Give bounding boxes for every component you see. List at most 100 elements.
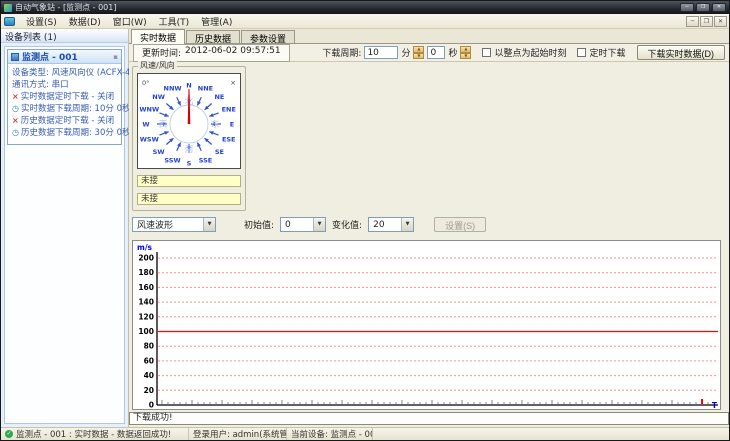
update-time-value: 2012-06-02 09:57:51 bbox=[185, 45, 281, 56]
title-bar[interactable]: 自动气象站 - [监测点 - 001] ─ ❐ ✕ bbox=[1, 1, 729, 14]
svg-text:0°: 0° bbox=[142, 79, 149, 87]
svg-text:T: T bbox=[712, 401, 718, 409]
minimize-button[interactable]: ─ bbox=[680, 3, 694, 12]
svg-text:NNE: NNE bbox=[198, 84, 213, 92]
current-device-text: 当前设备: 监测点 - 001 bbox=[291, 430, 373, 440]
mdi-minimize-button[interactable]: ─ bbox=[686, 15, 699, 27]
waveform-controls: 风速波形 ▼ 初始值: 0 ▼ 变化值: 20 ▼ 设置(S) bbox=[132, 217, 487, 232]
window-title: 自动气象站 - [监测点 - 001] bbox=[15, 3, 117, 12]
app-icon bbox=[4, 3, 12, 12]
svg-text:200: 200 bbox=[138, 254, 154, 263]
wind-compass: NNNENEENEEESESESSESSSWSWWSWWWNWNWNNW北南东西… bbox=[137, 73, 241, 169]
device-list-sidebar: 设备列表 (1) 监测点 - 001 ▪ 设备类型: 风速风向仪 (ACFX-4… bbox=[1, 29, 134, 427]
clock-icon: ◷ bbox=[12, 104, 19, 113]
svg-text:ENE: ENE bbox=[222, 106, 236, 114]
svg-text:ESE: ESE bbox=[222, 135, 236, 143]
change-value-label: 变化值: bbox=[332, 221, 363, 231]
close-button[interactable]: ✕ bbox=[712, 3, 726, 12]
svg-text:NE: NE bbox=[214, 93, 224, 101]
initial-value-select[interactable]: 0 ▼ bbox=[280, 217, 327, 232]
device-info-line: 通讯方式: 串口 bbox=[10, 79, 119, 91]
wind-direction-field: 未接 bbox=[137, 193, 241, 205]
tab-0[interactable]: 实时数据 bbox=[131, 29, 186, 44]
tab-1[interactable]: 历史数据 bbox=[186, 30, 241, 45]
download-realtime-button[interactable]: 下载实时数据(D) bbox=[636, 45, 725, 60]
status-bar: ✓ 监测点 - 001 : 实时数据 - 数据返回成功! 登录用户: admin… bbox=[1, 427, 729, 440]
period-label: 下载周期: bbox=[322, 49, 362, 59]
main-area: 实时数据 历史数据 参数设置 更新时间: 2012-06-02 09:57:51 下… bbox=[129, 29, 729, 427]
device-panel-body: 设备类型: 风速风向仪 (ACFX-4) 通讯方式: 串口 × 实时数据定时下载 - … bbox=[8, 64, 134, 144]
svg-text:×: × bbox=[230, 79, 236, 87]
svg-text:20: 20 bbox=[144, 386, 154, 395]
waveform-type-value: 风速波形 bbox=[137, 221, 174, 231]
mdi-child-icon[interactable] bbox=[4, 16, 15, 26]
device-title: 监测点 - 001 bbox=[22, 53, 78, 63]
menu-bar: 设置(S) 数据(D) 窗口(W) 工具(T) 管理(A) ─ ❐ ✕ bbox=[1, 14, 729, 29]
svg-text:160: 160 bbox=[138, 283, 154, 292]
svg-text:WSW: WSW bbox=[140, 135, 159, 143]
device-info-text: 设备类型: 风速风向仪 (ACFX-4) bbox=[12, 68, 134, 78]
initial-value: 0 bbox=[285, 219, 291, 230]
restore-button[interactable]: ❐ bbox=[696, 3, 710, 12]
compass-rose: NNNENEENEEESESESSESSSWSWWSWWWNWNWNNW北南东西… bbox=[139, 79, 236, 168]
svg-text:0: 0 bbox=[149, 401, 154, 410]
svg-text:东: 东 bbox=[211, 119, 220, 130]
chevron-down-icon[interactable]: ▼ bbox=[203, 218, 215, 231]
spin-down-icon[interactable]: ▼ bbox=[460, 52, 472, 59]
device-info-text: 历史数据下载周期: 30分 0秒 bbox=[20, 128, 131, 138]
minutes-unit-label: 分 bbox=[401, 49, 411, 59]
waveform-chart: 0 20 40 60 80 100 120 140 160 180 200 m/s T bbox=[132, 240, 721, 410]
device-info-text: 实时数据下载周期: 10分 0秒 bbox=[20, 104, 131, 114]
menu-items: 设置(S) 数据(D) 窗口(W) 工具(T) 管理(A) bbox=[20, 14, 238, 29]
pin-icon[interactable]: ▪ bbox=[113, 53, 118, 61]
menu-item-4[interactable]: 管理(A) bbox=[195, 14, 238, 29]
mdi-restore-button[interactable]: ❐ bbox=[700, 15, 713, 27]
device-info-line: ◷ 历史数据下载周期: 30分 0秒 bbox=[10, 127, 130, 139]
seconds-input[interactable]: 0 bbox=[427, 46, 446, 59]
svg-text:NNW: NNW bbox=[164, 84, 182, 92]
tab-2[interactable]: 参数设置 bbox=[241, 30, 296, 45]
device-panel-header[interactable]: 监测点 - 001 ▪ bbox=[8, 50, 121, 64]
mdi-close-button[interactable]: ✕ bbox=[714, 15, 727, 27]
device-info-text: 实时数据定时下载 - 关闭 bbox=[20, 92, 115, 102]
menu-item-1[interactable]: 数据(D) bbox=[63, 14, 107, 29]
set-button[interactable]: 设置(S) bbox=[434, 217, 487, 232]
device-icon bbox=[11, 52, 19, 61]
hour-align-checkbox[interactable] bbox=[482, 48, 492, 57]
change-value-select[interactable]: 20 ▼ bbox=[368, 217, 415, 232]
menu-item-2[interactable]: 窗口(W) bbox=[107, 14, 153, 29]
minutes-input[interactable]: 10 bbox=[364, 46, 399, 59]
logged-user-text: 登录用户: admin(系统管理员) bbox=[193, 430, 287, 440]
seconds-stepper[interactable]: ▲ ▼ bbox=[460, 46, 472, 59]
change-value: 20 bbox=[373, 219, 385, 230]
menu-item-0[interactable]: 设置(S) bbox=[20, 14, 63, 29]
timed-download-checkbox[interactable] bbox=[577, 48, 587, 57]
device-list-header: 设备列表 (1) bbox=[1, 29, 128, 43]
wind-group: 风速/风向 N NNE NE ENE E ESE SE SSE S SSW SW WSW W WNW NW N… bbox=[132, 61, 246, 211]
device-info-text: 通讯方式: 串口 bbox=[12, 80, 69, 90]
svg-text:100: 100 bbox=[138, 327, 154, 336]
svg-text:N: N bbox=[186, 82, 191, 90]
device-panel[interactable]: 监测点 - 001 ▪ 设备类型: 风速风向仪 (ACFX-4) 通讯方式: 串口… bbox=[7, 49, 134, 145]
seconds-unit-label: 秒 bbox=[448, 49, 458, 59]
svg-text:SE: SE bbox=[215, 148, 224, 156]
tabstrip: 实时数据 历史数据 参数设置 bbox=[129, 29, 729, 45]
chevron-down-icon[interactable]: ▼ bbox=[313, 218, 326, 231]
svg-text:E: E bbox=[230, 121, 234, 129]
waveform-type-select[interactable]: 风速波形 ▼ bbox=[132, 217, 216, 232]
initial-value-label: 初始值: bbox=[244, 221, 275, 231]
timed-download-label: 定时下载 bbox=[589, 49, 626, 59]
svg-text:m/s: m/s bbox=[137, 243, 153, 252]
menu-item-3[interactable]: 工具(T) bbox=[153, 14, 196, 29]
svg-text:180: 180 bbox=[138, 268, 154, 277]
window-body: 设备列表 (1) 监测点 - 001 ▪ 设备类型: 风速风向仪 (ACFX-4… bbox=[1, 29, 729, 427]
wind-speed-field: 未接 bbox=[137, 175, 241, 187]
svg-text:W: W bbox=[142, 121, 149, 129]
clock-icon: ◷ bbox=[12, 128, 19, 137]
svg-text:SSE: SSE bbox=[199, 157, 213, 165]
chevron-down-icon[interactable]: ▼ bbox=[401, 218, 414, 231]
update-time-box: 更新时间: 2012-06-02 09:57:51 bbox=[133, 43, 290, 62]
minutes-stepper[interactable]: ▲ ▼ bbox=[413, 46, 425, 59]
spin-down-icon[interactable]: ▼ bbox=[413, 52, 425, 59]
svg-text:SSW: SSW bbox=[164, 157, 180, 165]
